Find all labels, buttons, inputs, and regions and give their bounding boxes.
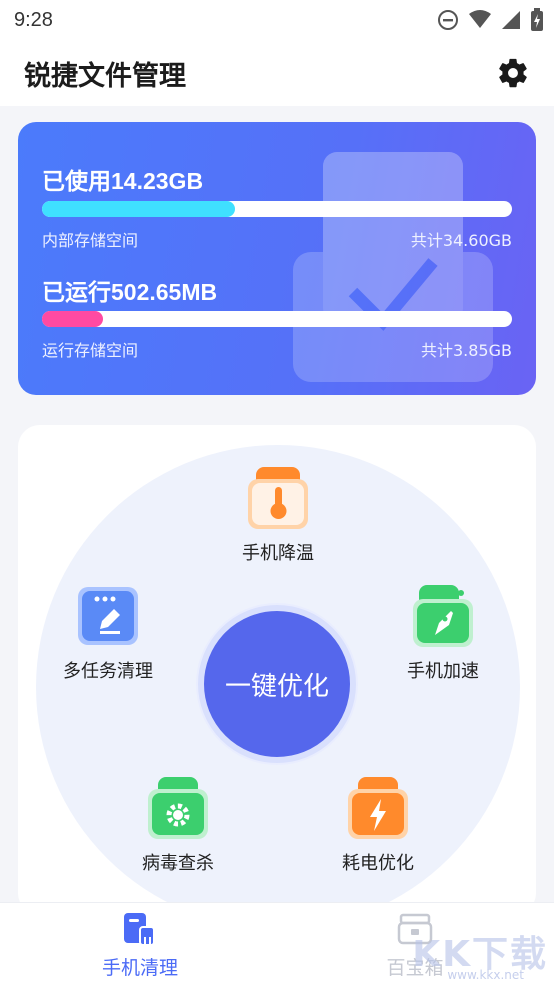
- running-storage-label: 运行存储空间: [42, 341, 139, 360]
- internal-storage-bar: [42, 201, 512, 217]
- power-optimize-tool[interactable]: 耗电优化: [323, 775, 433, 875]
- app-title: 锐捷文件管理: [24, 60, 186, 92]
- multitask-clean-tool[interactable]: 多任务清理: [48, 583, 168, 683]
- gear-icon[interactable]: [496, 56, 530, 90]
- phone-speedup-tool[interactable]: 手机加速: [388, 583, 498, 683]
- nav-item-phone-clean[interactable]: 手机清理: [70, 911, 210, 980]
- internal-storage-total: 共计34.60GB: [410, 231, 512, 250]
- nav-label-phone-clean: 手机清理: [101, 957, 178, 979]
- thermometer-icon: [248, 467, 308, 529]
- multitask-clean-label: 多任务清理: [63, 661, 153, 682]
- running-storage-total: 共计3.85GB: [420, 341, 512, 360]
- watermark-url: www.kkx.net: [447, 968, 524, 982]
- power-optimize-label: 耗电优化: [342, 853, 414, 874]
- virus-scan-label: 病毒查杀: [142, 853, 214, 874]
- broom-phone-icon: [124, 913, 155, 946]
- running-storage-fill: [42, 311, 104, 327]
- status-time: 9:28: [14, 8, 53, 31]
- battery-icon: [531, 8, 543, 31]
- one-click-optimize-button[interactable]: 一键优化: [198, 605, 356, 763]
- wifi-icon: [469, 10, 491, 28]
- phone-cooling-tool[interactable]: 手机降温: [223, 465, 333, 565]
- do-not-disturb-icon: [438, 10, 458, 30]
- virus-gear-icon: [148, 777, 208, 839]
- app-bar: 锐捷文件管理: [0, 40, 554, 106]
- internal-storage-fill: [42, 201, 235, 217]
- lightning-icon: [348, 777, 408, 839]
- virus-scan-tool[interactable]: 病毒查杀: [123, 775, 233, 875]
- signal-icon: [502, 11, 520, 29]
- tools-panel: 一键优化 手机降温 多任务清理 手机加速 病毒查杀 耗电优化: [18, 425, 536, 915]
- used-storage-title: 已使用14.23GB: [42, 168, 204, 194]
- internal-storage-label: 内部存储空间: [42, 231, 139, 250]
- edit-window-icon: [78, 587, 138, 645]
- status-icons: [437, 8, 544, 32]
- status-bar: 9:28: [0, 0, 554, 40]
- phone-speedup-label: 手机加速: [407, 661, 479, 682]
- phone-cooling-label: 手机降温: [242, 543, 314, 564]
- storage-card: 已使用14.23GB 内部存储空间 共计34.60GB 已运行502.65MB …: [18, 122, 536, 395]
- rocket-folder-icon: [413, 585, 473, 647]
- running-storage-bar: [42, 311, 512, 327]
- running-memory-title: 已运行502.65MB: [42, 279, 218, 305]
